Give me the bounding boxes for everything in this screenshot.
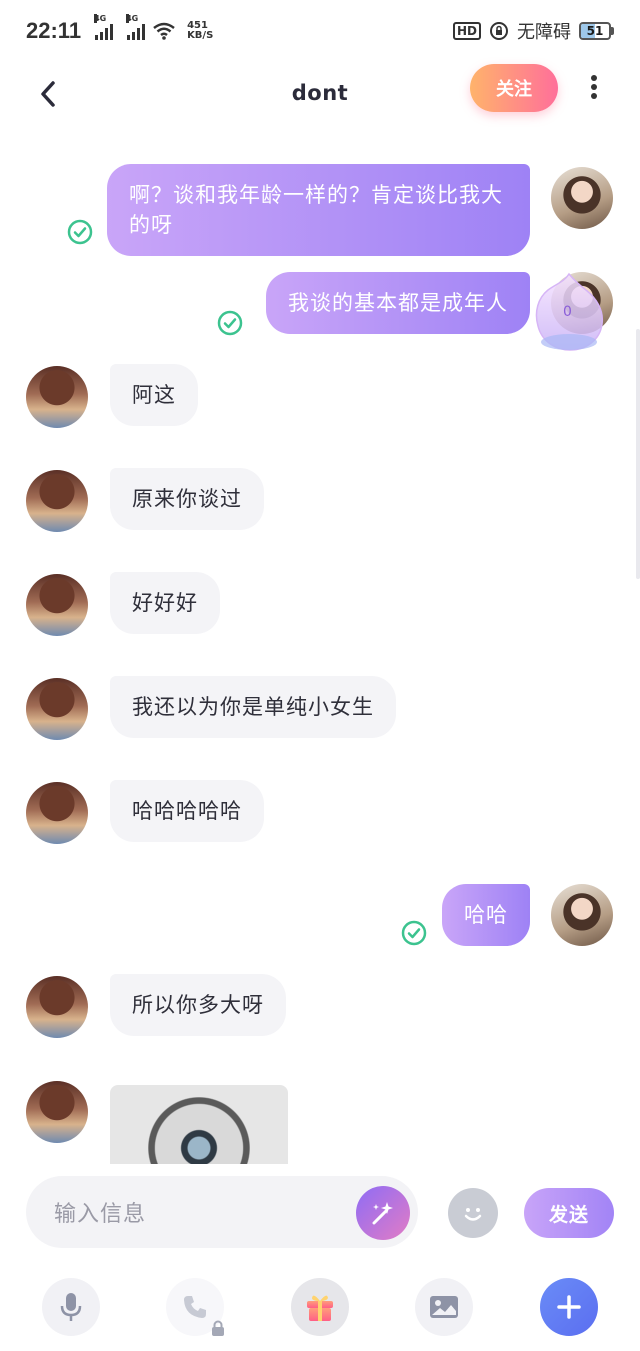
image-message[interactable] xyxy=(110,1085,288,1164)
voice-button[interactable] xyxy=(42,1278,100,1336)
bottom-toolbar xyxy=(0,1264,640,1351)
status-time: 22:11 xyxy=(26,18,82,43)
rotation-lock-icon xyxy=(490,22,508,40)
signal-icon: 4G xyxy=(94,14,114,40)
dot-icon xyxy=(591,93,597,99)
hd-icon: HD xyxy=(452,22,481,40)
accessibility-label: 无障碍 xyxy=(517,22,571,43)
contact-avatar[interactable] xyxy=(26,366,88,428)
input-bar: 输入信息 发送 xyxy=(0,1164,640,1264)
message-bubble[interactable]: 我还以为你是单纯小女生 xyxy=(110,676,396,738)
read-check-icon xyxy=(67,219,93,245)
more-actions-button[interactable] xyxy=(540,1278,598,1336)
page-title: dont xyxy=(291,81,349,105)
lock-icon xyxy=(212,1320,224,1336)
status-left: 22:11 4G 4G 451 KB/S xyxy=(26,14,213,44)
message-row: 哈哈 xyxy=(0,884,640,948)
contact-avatar[interactable] xyxy=(26,678,88,740)
message-row: 阿这 xyxy=(0,364,640,428)
read-check-icon xyxy=(217,310,243,336)
signal-label: 4G xyxy=(126,14,139,23)
wifi-icon xyxy=(153,22,175,40)
message-row: 所以你多大呀 xyxy=(0,974,640,1038)
message-bubble[interactable]: 所以你多大呀 xyxy=(110,974,286,1036)
follow-button[interactable]: 关注 xyxy=(470,64,558,112)
message-bubble[interactable]: 阿这 xyxy=(110,364,198,426)
call-button[interactable] xyxy=(166,1278,224,1336)
image-icon xyxy=(430,1296,458,1318)
message-row: 哈哈哈哈哈 xyxy=(0,780,640,844)
phone-icon xyxy=(184,1296,206,1318)
contact-avatar[interactable] xyxy=(26,574,88,636)
more-options-button[interactable] xyxy=(580,72,608,102)
gift-button[interactable] xyxy=(291,1278,349,1336)
signal-icon: 4G xyxy=(126,14,146,40)
message-bubble[interactable]: 哈哈 xyxy=(442,884,530,946)
net-speed: 451 KB/S xyxy=(187,21,213,41)
sticker-label: 0 xyxy=(563,304,572,320)
my-avatar[interactable] xyxy=(551,167,613,229)
chat-area[interactable]: 啊？谈和我年龄一样的？肯定谈比我大的呀 我谈的基本都是成年人 0 阿这 原来你谈… xyxy=(0,124,640,1164)
net-speed-unit: KB/S xyxy=(187,30,214,41)
scrollbar[interactable] xyxy=(636,329,640,579)
floating-sticker-icon[interactable]: 0 xyxy=(534,272,604,352)
emoji-button[interactable] xyxy=(448,1188,498,1238)
microphone-icon xyxy=(60,1293,82,1321)
contact-avatar[interactable] xyxy=(26,782,88,844)
chat-header: dont 关注 xyxy=(0,62,640,124)
contact-avatar[interactable] xyxy=(26,976,88,1038)
message-bubble[interactable]: 好好好 xyxy=(110,572,220,634)
gift-icon xyxy=(307,1295,333,1321)
read-check-icon xyxy=(401,920,427,946)
status-bar: 22:11 4G 4G 451 KB/S HD 无障碍 51 xyxy=(0,0,640,62)
message-bubble[interactable]: 我谈的基本都是成年人 xyxy=(266,272,530,334)
my-avatar[interactable] xyxy=(551,884,613,946)
message-row: 好好好 xyxy=(0,572,640,636)
status-right: HD 无障碍 51 xyxy=(452,18,614,44)
contact-avatar[interactable] xyxy=(26,470,88,532)
magic-wand-button[interactable] xyxy=(356,1186,410,1240)
message-bubble[interactable]: 哈哈哈哈哈 xyxy=(110,780,264,842)
chevron-left-icon xyxy=(41,81,55,107)
contact-avatar[interactable] xyxy=(26,1081,88,1143)
send-button[interactable]: 发送 xyxy=(524,1188,614,1238)
dot-icon xyxy=(591,75,597,81)
message-row: 啊？谈和我年龄一样的？肯定谈比我大的呀 xyxy=(0,164,640,256)
back-button[interactable] xyxy=(30,76,66,112)
magic-wand-icon xyxy=(372,1202,393,1225)
message-bubble[interactable]: 原来你谈过 xyxy=(110,468,264,530)
dot-icon xyxy=(591,84,597,90)
message-bubble[interactable]: 啊？谈和我年龄一样的？肯定谈比我大的呀 xyxy=(107,164,530,256)
battery-level: 51 xyxy=(586,24,604,38)
photo-button[interactable] xyxy=(415,1278,473,1336)
smiley-icon xyxy=(464,1208,482,1221)
signal-label: 4G xyxy=(94,14,107,23)
message-row: 我还以为你是单纯小女生 xyxy=(0,676,640,740)
battery-icon: 51 xyxy=(579,22,614,40)
message-row xyxy=(0,1079,640,1164)
plus-icon xyxy=(557,1295,581,1319)
message-row: 原来你谈过 xyxy=(0,468,640,532)
